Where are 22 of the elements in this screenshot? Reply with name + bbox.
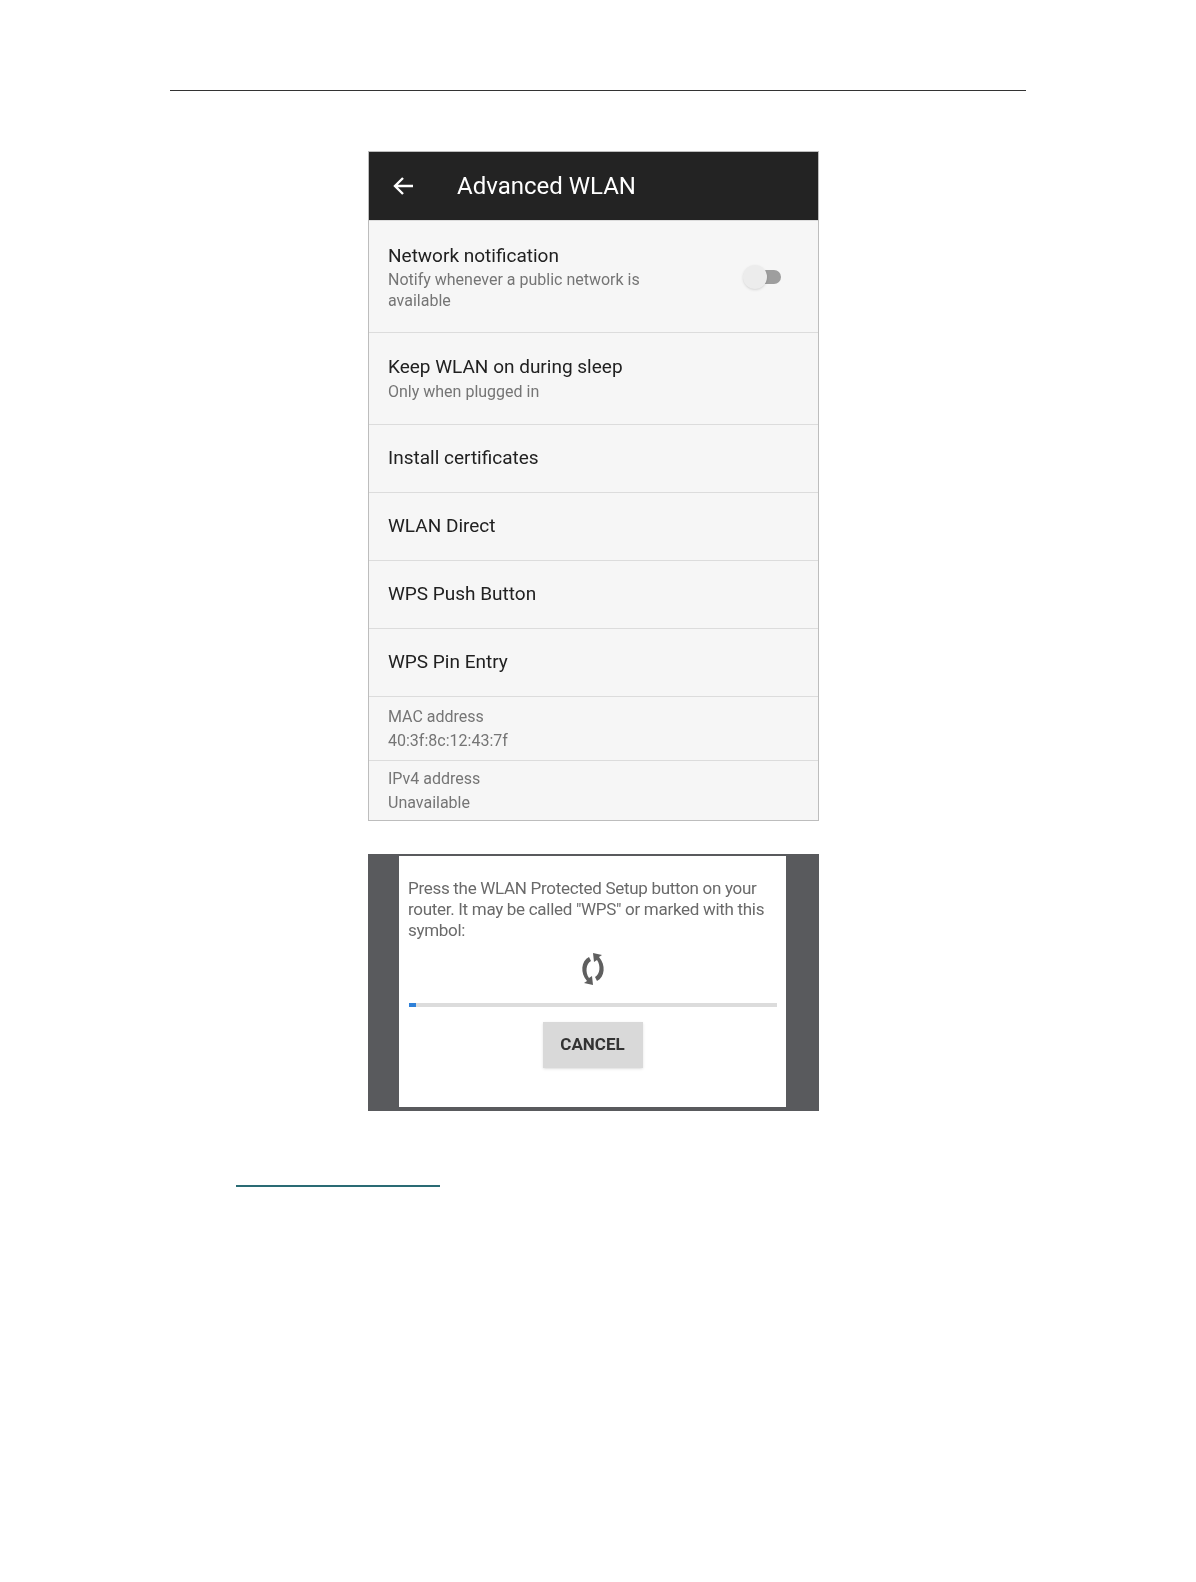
row-title: WPS Pin Entry bbox=[388, 649, 508, 676]
row-title: Network notification bbox=[388, 242, 560, 269]
row-title: Install certificates bbox=[388, 445, 539, 472]
settings-row[interactable]: WLAN Direct bbox=[369, 492, 818, 560]
row-subtitle: Only when plugged in bbox=[388, 381, 541, 403]
row-title: WPS Push Button bbox=[388, 581, 537, 608]
settings-row[interactable]: WPS Push Button bbox=[369, 560, 818, 628]
back-arrow-icon[interactable] bbox=[393, 175, 415, 197]
info-label: IPv4 address bbox=[388, 767, 481, 790]
settings-row[interactable]: WPS Pin Entry bbox=[369, 628, 818, 696]
settings-row[interactable]: Keep WLAN on during sleep Only when plugged in bbox=[369, 332, 818, 424]
screen-title: Advanced WLAN bbox=[457, 171, 636, 202]
row-title: WLAN Direct bbox=[388, 513, 496, 540]
dialog-message: Press the WLAN Protected Setup button on your router. It may be called "WPS" or marked with this symbol: bbox=[408, 878, 766, 941]
row-subtitle: Notify whenever a public network is available bbox=[388, 268, 641, 311]
info-label: MAC address bbox=[388, 705, 485, 728]
cancel-button[interactable]: CANCEL bbox=[542, 1022, 643, 1068]
settings-row[interactable]: Install certificates bbox=[369, 424, 818, 492]
info-value: 40:3f:8c:12:43:7f bbox=[388, 729, 508, 752]
info-value: Unavailable bbox=[388, 791, 471, 814]
row-title: Keep WLAN on during sleep bbox=[388, 354, 623, 380]
settings-row[interactable]: Network notification Notify whenever a public network is available bbox=[369, 220, 818, 332]
